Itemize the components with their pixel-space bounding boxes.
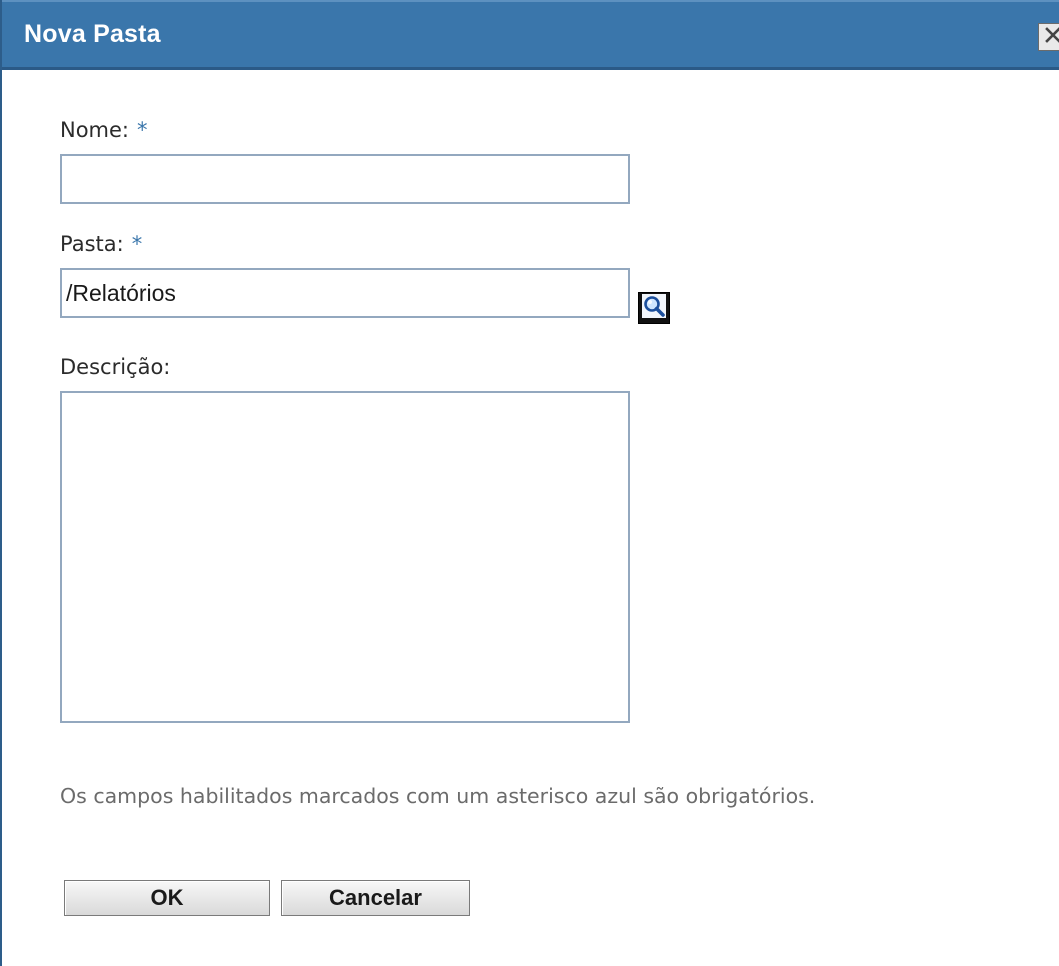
ok-button[interactable]: OK xyxy=(64,880,270,916)
close-button[interactable] xyxy=(1038,23,1059,51)
required-asterisk: * xyxy=(137,118,148,142)
pasta-label-text: Pasta: xyxy=(60,232,124,256)
nome-label: Nome: * xyxy=(60,118,148,142)
descricao-label-text: Descrição: xyxy=(60,355,171,379)
browse-folder-button[interactable] xyxy=(638,292,670,324)
dialog-titlebar[interactable]: Nova Pasta xyxy=(2,0,1059,70)
dialog-title: Nova Pasta xyxy=(24,20,161,48)
pasta-label: Pasta: * xyxy=(60,232,142,256)
required-fields-note: Os campos habilitados marcados com um as… xyxy=(60,784,816,808)
required-asterisk: * xyxy=(131,232,143,256)
magnifier-icon xyxy=(641,293,667,323)
descricao-label: Descrição: xyxy=(60,355,170,379)
descricao-textarea[interactable] xyxy=(60,391,630,723)
nome-label-text: Nome: xyxy=(60,118,130,142)
cancel-button[interactable]: Cancelar xyxy=(281,880,470,916)
nome-input[interactable] xyxy=(60,154,630,204)
close-icon xyxy=(1044,26,1059,48)
pasta-input[interactable] xyxy=(60,268,630,318)
new-folder-dialog: Nova Pasta Nome: * Pasta: * Descrição: xyxy=(0,0,1059,966)
